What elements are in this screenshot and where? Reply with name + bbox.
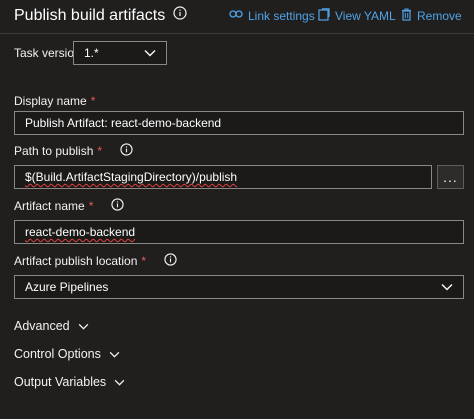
info-icon[interactable] — [164, 253, 177, 269]
control-options-section-toggle[interactable]: Control Options — [14, 347, 120, 361]
link-settings-label: Link settings — [248, 8, 315, 23]
info-icon[interactable] — [120, 143, 133, 159]
page-title: Publish build artifacts — [14, 6, 166, 24]
artifact-name-label-text: Artifact name — [14, 199, 85, 213]
output-variables-section-label: Output Variables — [14, 375, 107, 389]
required-marker: * — [90, 94, 96, 108]
link-settings-button[interactable]: Link settings — [229, 8, 315, 23]
publish-location-label: Artifact publish location * — [14, 253, 177, 269]
publish-location-value: Azure Pipelines — [25, 280, 109, 294]
browse-path-button[interactable]: ... — [437, 165, 464, 189]
task-version-value: 1.* — [84, 46, 99, 60]
publish-location-label-text: Artifact publish location — [14, 254, 138, 268]
chevron-down-icon — [109, 347, 120, 361]
required-marker: * — [141, 254, 147, 268]
path-to-publish-label: Path to publish * — [14, 143, 133, 159]
publish-location-select[interactable]: Azure Pipelines — [14, 275, 464, 299]
display-name-label-text: Display name — [14, 94, 87, 108]
view-yaml-button[interactable]: View YAML — [318, 8, 396, 24]
advanced-section-label: Advanced — [14, 319, 70, 333]
view-yaml-icon — [318, 8, 330, 24]
control-options-section-label: Control Options — [14, 347, 101, 361]
display-name-input[interactable]: Publish Artifact: react-demo-backend — [14, 111, 464, 135]
header-divider — [0, 33, 474, 34]
advanced-section-toggle[interactable]: Advanced — [14, 319, 89, 333]
link-icon — [229, 8, 243, 23]
info-icon[interactable] — [111, 198, 125, 214]
task-version-select[interactable]: 1.* — [73, 41, 167, 65]
path-to-publish-input[interactable]: $(Build.ArtifactStagingDirectory)/publis… — [14, 165, 432, 189]
path-to-publish-value: $(Build.ArtifactStagingDirectory)/publis… — [25, 170, 238, 184]
chevron-down-icon — [114, 375, 125, 389]
path-to-publish-label-text: Path to publish — [14, 144, 94, 158]
chevron-down-icon — [441, 280, 453, 294]
required-marker: * — [88, 199, 94, 213]
task-version-label: Task version — [14, 46, 81, 60]
view-yaml-label: View YAML — [335, 9, 396, 23]
chevron-down-icon — [144, 46, 156, 60]
artifact-name-value: react-demo-backend — [25, 225, 136, 239]
required-marker: * — [97, 144, 103, 158]
chevron-down-icon — [78, 319, 89, 333]
remove-label: Remove — [417, 9, 462, 23]
display-name-label: Display name * — [14, 94, 95, 108]
display-name-value: Publish Artifact: react-demo-backend — [25, 116, 222, 130]
remove-button[interactable]: Remove — [401, 8, 462, 24]
artifact-name-input[interactable]: react-demo-backend — [14, 220, 464, 244]
info-icon[interactable] — [173, 6, 187, 25]
task-title-row: Publish build artifacts — [14, 6, 187, 25]
artifact-name-label: Artifact name * — [14, 198, 125, 214]
output-variables-section-toggle[interactable]: Output Variables — [14, 375, 125, 389]
ellipsis-icon: ... — [443, 169, 458, 185]
task-version-label-text: Task version — [14, 46, 81, 60]
trash-icon — [401, 8, 412, 24]
